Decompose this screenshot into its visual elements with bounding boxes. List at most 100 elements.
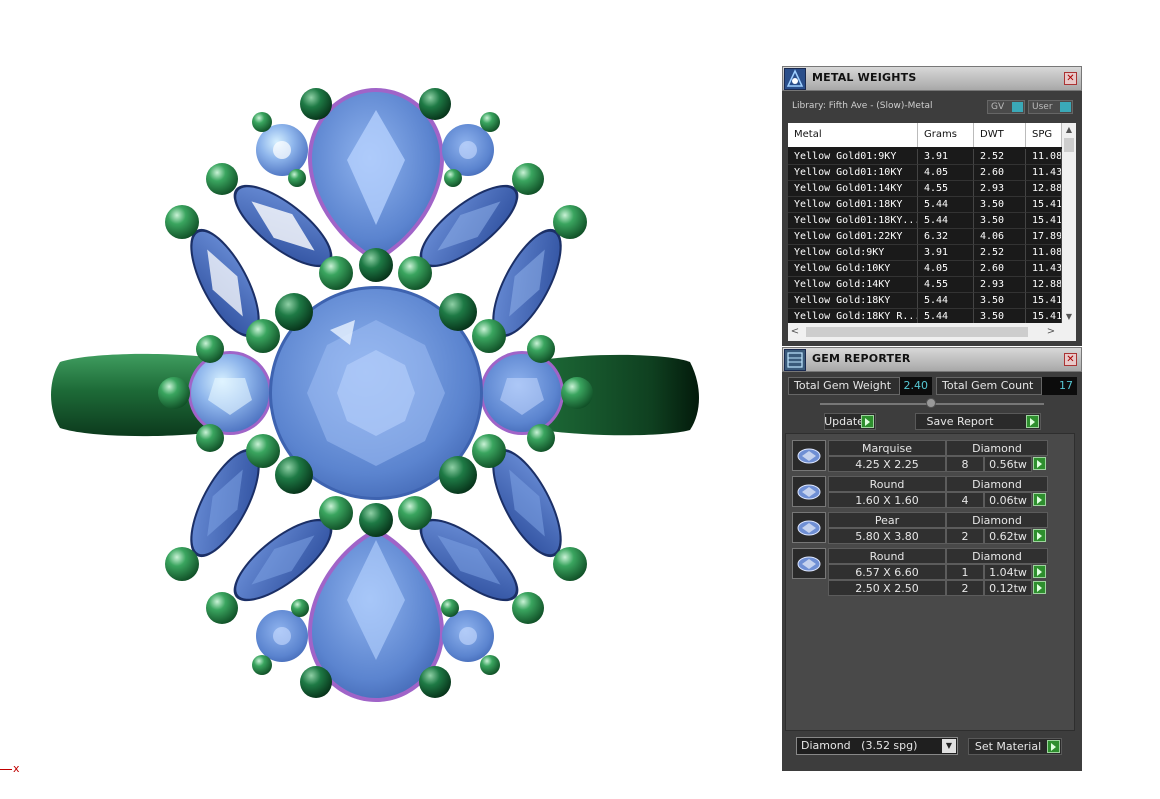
gem-material-label: Diamond (946, 476, 1048, 492)
table-cell: Yellow Gold:18KY (788, 293, 918, 309)
table-row[interactable]: Yellow Gold:9KY 3.91 2.52 11.08 (788, 245, 1062, 261)
metal-weights-title: METAL WEIGHTS (812, 71, 917, 84)
divider-handle[interactable] (926, 398, 936, 408)
table-cell: 4.06 (974, 229, 1026, 245)
table-cell: 12.88 (1026, 277, 1062, 293)
vertical-scrollbar[interactable]: ▲ ▼ (1062, 123, 1076, 323)
table-cell: 4.05 (918, 165, 974, 181)
table-cell: 2.60 (974, 261, 1026, 277)
table-cell: 15.41 (1026, 197, 1062, 213)
table-cell: Yellow Gold01:14KY (788, 181, 918, 197)
gem-size: 6.57 X 6.60 (828, 564, 946, 580)
table-cell: 11.43 (1026, 261, 1062, 277)
table-row[interactable]: Yellow Gold01:14KY 4.55 2.93 12.88 (788, 181, 1062, 197)
set-material-button[interactable]: Set Material (968, 738, 1062, 755)
table-row[interactable]: Yellow Gold:14KY 4.55 2.93 12.88 (788, 277, 1062, 293)
table-cell: Yellow Gold:10KY (788, 261, 918, 277)
table-cell: Yellow Gold:14KY (788, 277, 918, 293)
table-row[interactable]: Yellow Gold01:10KY 4.05 2.60 11.43 (788, 165, 1062, 181)
gem-shape-label: Pear (828, 512, 946, 528)
gem-weight: 0.12tw (984, 580, 1032, 596)
select-gems-play-icon[interactable] (1033, 493, 1046, 506)
x-axis-label: x (13, 762, 20, 775)
table-row[interactable]: Yellow Gold01:18KY 5.44 3.50 15.41 (788, 197, 1062, 213)
column-header-grams[interactable]: Grams (918, 123, 974, 147)
gem-shape-icon (792, 548, 826, 579)
table-body[interactable]: Yellow Gold01:9KY 3.91 2.52 11.08 Yellow Gol… (788, 149, 1062, 325)
gv-toggle[interactable]: GV (987, 100, 1025, 114)
total-gem-weight-label: Total Gem Weight (788, 377, 900, 395)
x-axis-indicator (0, 769, 12, 770)
table-cell: Yellow Gold01:10KY (788, 165, 918, 181)
gem-shape-label: Marquise (828, 440, 946, 456)
gem-material-label: Diamond (946, 512, 1048, 528)
table-cell: 4.55 (918, 277, 974, 293)
play-icon (1026, 415, 1039, 428)
table-row[interactable]: Yellow Gold01:22KY 6.32 4.06 17.89 (788, 229, 1062, 245)
material-select[interactable]: Diamond (3.52 spg) ▼ (796, 737, 958, 755)
gem-shape-label: Round (828, 548, 946, 564)
gv-toggle-label: GV (991, 102, 1005, 112)
table-cell: 2.93 (974, 181, 1026, 197)
gem-material-label: Diamond (946, 440, 1048, 456)
table-cell: 5.44 (918, 213, 974, 229)
gem-list[interactable]: Marquise Diamond 4.25 X 2.25 8 0.56tw Round Di… (785, 433, 1075, 731)
select-gems-play-icon[interactable] (1033, 457, 1046, 470)
close-icon[interactable]: ✕ (1064, 72, 1077, 85)
gem-weight: 1.04tw (984, 564, 1032, 580)
table-row[interactable]: Yellow Gold01:9KY 3.91 2.52 11.08 (788, 149, 1062, 165)
gem-reporter-panel: GEM REPORTER ✕ Total Gem Weight 2.40 Tot… (782, 347, 1082, 771)
table-row[interactable]: Yellow Gold:10KY 4.05 2.60 11.43 (788, 261, 1062, 277)
user-toggle[interactable]: User (1028, 100, 1073, 114)
table-cell: 3.50 (974, 197, 1026, 213)
column-header-dwt[interactable]: DWT (974, 123, 1026, 147)
total-gem-count-label: Total Gem Count (936, 377, 1042, 395)
metal-weights-table[interactable]: Metal Grams DWT SPG Yellow Gold01:9KY 3.91 2.… (788, 123, 1076, 341)
table-cell: 3.50 (974, 293, 1026, 309)
close-icon[interactable]: ✕ (1064, 353, 1077, 366)
set-material-button-label: Set Material (974, 740, 1042, 753)
table-cell: 3.50 (974, 213, 1026, 229)
chevron-down-icon[interactable]: ▼ (942, 739, 956, 753)
column-header-spg[interactable]: SPG (1026, 123, 1062, 147)
play-icon (861, 415, 874, 428)
table-cell: Yellow Gold01:22KY (788, 229, 918, 245)
table-cell: Yellow Gold01:9KY (788, 149, 918, 165)
scroll-right-icon[interactable]: > (1044, 323, 1058, 341)
scroll-up-icon[interactable]: ▲ (1062, 123, 1076, 136)
gem-count: 2 (946, 580, 984, 596)
column-header-metal[interactable]: Metal (788, 123, 918, 147)
table-cell: 5.44 (918, 293, 974, 309)
metal-weights-titlebar[interactable]: METAL WEIGHTS ✕ (782, 66, 1082, 91)
gem-reporter-title: GEM REPORTER (812, 352, 911, 365)
save-report-button[interactable]: Save Report (915, 413, 1041, 430)
total-gem-weight-value: 2.40 (900, 377, 932, 395)
table-cell: 2.52 (974, 245, 1026, 261)
save-report-button-label: Save Report (926, 415, 994, 428)
gem-material-label: Diamond (946, 548, 1048, 564)
update-button[interactable]: Update (824, 413, 876, 430)
vertical-scroll-thumb[interactable] (1064, 138, 1074, 152)
play-icon (1047, 740, 1060, 753)
gem-reporter-titlebar[interactable]: GEM REPORTER ✕ (782, 347, 1082, 372)
table-cell: 3.91 (918, 245, 974, 261)
table-row[interactable]: Yellow Gold:18KY 5.44 3.50 15.41 (788, 293, 1062, 309)
select-gems-play-icon[interactable] (1033, 529, 1046, 542)
3d-viewport[interactable]: x (0, 0, 780, 799)
table-cell: 15.41 (1026, 213, 1062, 229)
table-row[interactable]: Yellow Gold01:18KY... 5.44 3.50 15.41 (788, 213, 1062, 229)
select-gems-play-icon[interactable] (1033, 565, 1046, 578)
select-gems-play-icon[interactable] (1033, 581, 1046, 594)
gem-reporter-logo-icon (784, 349, 806, 371)
horizontal-scrollbar[interactable]: < > (788, 323, 1062, 341)
gem-shape-icon (792, 440, 826, 471)
table-cell: 11.08 (1026, 149, 1062, 165)
horizontal-scroll-thumb[interactable] (806, 327, 1028, 337)
table-cell: 15.41 (1026, 293, 1062, 309)
table-cell: 2.93 (974, 277, 1026, 293)
scroll-left-icon[interactable]: < (788, 323, 802, 341)
update-button-label: Update (824, 415, 864, 428)
scroll-down-icon[interactable]: ▼ (1062, 310, 1076, 323)
gem-size: 4.25 X 2.25 (828, 456, 946, 472)
table-cell: Yellow Gold:9KY (788, 245, 918, 261)
